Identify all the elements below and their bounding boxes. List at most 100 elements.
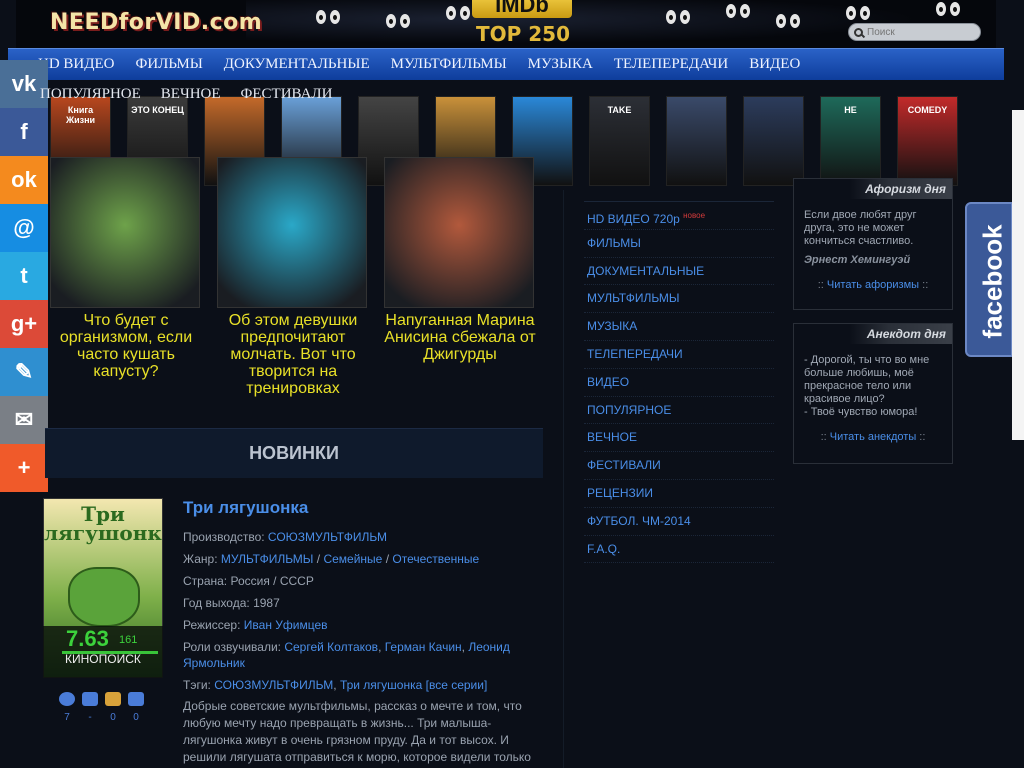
teaser-caption[interactable]: Что будет с организмом, если часто кушат…: [50, 312, 202, 380]
category-label: ФИЛЬМЫ: [587, 235, 641, 250]
livejournal-icon: ✎: [14, 359, 34, 384]
category-link[interactable]: ТЕЛЕПЕРЕДАЧИ: [584, 341, 774, 369]
odnoklassniki-icon: ok: [11, 167, 37, 192]
nav-item[interactable]: ВЕЧНОЕ: [161, 86, 221, 103]
share-email-button[interactable]: ✉: [0, 396, 48, 444]
movie-description: Добрые советские мультфильмы, рассказ о …: [183, 699, 531, 764]
read-jokes-link[interactable]: Читать анекдоты: [830, 431, 916, 443]
imdb-top250-banner[interactable]: IMDb TOP 250: [456, 0, 596, 48]
teaser-image[interactable]: [50, 157, 200, 308]
category-link[interactable]: ФИЛЬМЫ: [584, 230, 774, 258]
nav-item[interactable]: МУЛЬТФИЛЬМЫ: [391, 49, 507, 79]
teaser-item[interactable]: Напуганная Марина Анисина сбежала от Джи…: [384, 157, 536, 363]
poster-thumbnail[interactable]: НЕ: [820, 96, 881, 186]
poster-label: COMEDY: [907, 105, 948, 115]
category-link[interactable]: ПОПУЛЯРНОЕ: [584, 397, 774, 425]
teaser-caption[interactable]: Об этом девушки предпочитают молчать. Во…: [217, 312, 369, 397]
category-link[interactable]: ФУТБОЛ. ЧМ-2014: [584, 508, 774, 536]
year-row: Год выхода: 1987: [183, 596, 280, 610]
aphorism-header: Афоризм дня: [794, 179, 952, 199]
share-twitter-button[interactable]: t: [0, 252, 48, 300]
poster-thumbnail[interactable]: [743, 96, 804, 186]
site-header: NEEDforVID.com IMDb TOP 250: [16, 0, 996, 48]
teaser-image[interactable]: [217, 157, 367, 308]
imdb-logo: IMDb: [472, 0, 572, 18]
email-icon: ✉: [14, 407, 34, 432]
vk-icon: vk: [11, 71, 37, 96]
nav-item[interactable]: ФИЛЬМЫ: [135, 49, 202, 79]
tag-link[interactable]: Три лягушонка [все серии]: [340, 678, 487, 692]
comment-icon[interactable]: [128, 692, 144, 706]
nav-item[interactable]: ФЕСТИВАЛИ: [241, 86, 333, 103]
teaser-caption[interactable]: Напуганная Марина Анисина сбежала от Джи…: [384, 312, 536, 363]
search-icon[interactable]: [854, 27, 863, 37]
share-sidebar: vk f ok @ t g+ ✎ ✉ +: [0, 60, 48, 492]
stat-item[interactable]: 7: [58, 692, 76, 723]
poster-label: Книга Жизни: [65, 105, 96, 125]
tag-link[interactable]: СОЮЗМУЛЬТФИЛЬМ: [214, 678, 333, 692]
nav-item[interactable]: МУЗЫКА: [528, 49, 593, 79]
poster-thumbnail[interactable]: COMEDY: [897, 96, 958, 186]
director-link[interactable]: Иван Уфимцев: [244, 618, 328, 632]
stat-value: 0: [110, 712, 116, 723]
nav-item[interactable]: ВИДЕО: [749, 49, 800, 79]
aphorism-author: Эрнест Хемингуэй: [804, 254, 911, 266]
poster-thumbnail[interactable]: [666, 96, 727, 186]
category-link[interactable]: F.A.Q.: [584, 536, 774, 564]
genre-link[interactable]: Отечественные: [392, 552, 479, 566]
category-link[interactable]: РЕЦЕНЗИИ: [584, 480, 774, 508]
favorite-icon[interactable]: [105, 692, 121, 706]
teaser-item[interactable]: Об этом девушки предпочитают молчать. Во…: [217, 157, 369, 397]
stat-item[interactable]: 0: [104, 692, 122, 723]
category-link[interactable]: МУЗЫКА: [584, 313, 774, 341]
category-link[interactable]: ВИДЕО: [584, 369, 774, 397]
year-value: 1987: [253, 596, 280, 610]
genre-link[interactable]: МУЛЬТФИЛЬМЫ: [221, 552, 314, 566]
share-googleplus-button[interactable]: g+: [0, 300, 48, 348]
search-box[interactable]: [848, 23, 981, 41]
teaser-item[interactable]: Что будет с организмом, если часто кушат…: [50, 157, 202, 380]
actor-link[interactable]: Сергей Колтаков: [284, 640, 378, 654]
category-link[interactable]: ДОКУМЕНТАЛЬНЫЕ: [584, 258, 774, 286]
site-logo[interactable]: NEEDforVID.com: [50, 10, 262, 35]
category-label: ДОКУМЕНТАЛЬНЫЕ: [587, 263, 705, 278]
share-facebook-button[interactable]: f: [0, 108, 48, 156]
googleplus-icon: g+: [10, 311, 38, 336]
teaser-image[interactable]: [384, 157, 534, 308]
share-livejournal-button[interactable]: ✎: [0, 348, 48, 396]
secondary-nav: ПОПУЛЯРНОЕ ВЕЧНОЕ ФЕСТИВАЛИ: [40, 86, 352, 103]
nav-item[interactable]: ПОПУЛЯРНОЕ: [40, 86, 141, 103]
nav-item[interactable]: ТЕЛЕПЕРЕДАЧИ: [614, 49, 728, 79]
search-input[interactable]: [867, 26, 967, 38]
category-label: РЕЦЕНЗИИ: [587, 485, 654, 500]
actor-link[interactable]: Герман Качин: [385, 640, 462, 654]
share-more-button[interactable]: +: [0, 444, 48, 492]
share-mailru-button[interactable]: @: [0, 204, 48, 252]
category-label: ПОПУЛЯРНОЕ: [587, 402, 672, 417]
main-nav: HD ВИДЕО ФИЛЬМЫ ДОКУМЕНТАЛЬНЫЕ МУЛЬТФИЛЬМЫ М…: [8, 48, 1004, 80]
category-link[interactable]: ВЕЧНОЕ: [584, 424, 774, 453]
section-title: НОВИНКИ: [249, 443, 339, 463]
joke-widget: Анекдот дня - Дорогой, ты что во мне бол…: [793, 323, 953, 464]
category-link[interactable]: МУЛЬТФИЛЬМЫ: [584, 285, 774, 314]
production-link[interactable]: СОЮЗМУЛЬТФИЛЬМ: [268, 530, 387, 544]
stat-item[interactable]: 0: [127, 692, 145, 723]
read-aphorisms-link[interactable]: Читать афоризмы: [827, 279, 919, 291]
category-link[interactable]: HD ВИДЕО 720p новое: [584, 202, 774, 230]
rating-bars-icon[interactable]: [82, 692, 98, 706]
category-label: МУЛЬТФИЛЬМЫ: [587, 291, 680, 306]
stat-item[interactable]: -: [81, 692, 99, 723]
poster-thumbnail[interactable]: TAKE: [589, 96, 650, 186]
eye-icon[interactable]: [59, 692, 75, 706]
nav-item[interactable]: HD ВИДЕО: [38, 49, 114, 79]
aphorism-widget: Афоризм дня Если двое любят друг друга, …: [793, 178, 953, 310]
movie-stats: 7 - 0 0: [58, 692, 158, 732]
genre-link[interactable]: Семейные: [323, 552, 382, 566]
share-odnoklassniki-button[interactable]: ok: [0, 156, 48, 204]
movie-title[interactable]: Три лягушонка: [183, 498, 543, 518]
voices-row: Роли озвучивали: Сергей Колтаков, Герман…: [183, 640, 510, 670]
facebook-widget-tab[interactable]: facebook: [965, 202, 1013, 357]
category-link[interactable]: ФЕСТИВАЛИ: [584, 452, 774, 480]
nav-item[interactable]: ДОКУМЕНТАЛЬНЫЕ: [224, 49, 370, 79]
joke-text: - Дорогой, ты что во мне больше любишь, …: [804, 354, 930, 405]
